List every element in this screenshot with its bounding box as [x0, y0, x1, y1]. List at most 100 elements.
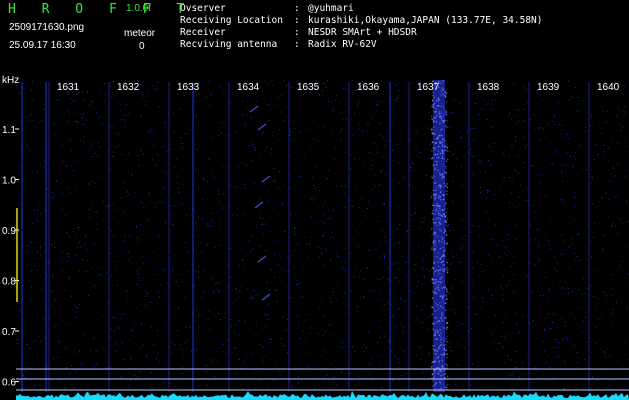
- noise-dot: [525, 210, 527, 211]
- noise-dot: [355, 311, 357, 312]
- noise-dot: [230, 276, 232, 278]
- capture-datetime: 25.09.17 16:30: [9, 40, 76, 51]
- noise-dot: [387, 340, 389, 342]
- carrier-dot: [442, 93, 444, 95]
- carrier-dot: [440, 388, 442, 390]
- noise-dot: [561, 124, 563, 126]
- noise-dot: [502, 151, 504, 153]
- noise-dot: [100, 342, 102, 344]
- freq-tick-label: 1.1: [2, 125, 16, 136]
- noise-dot: [259, 209, 261, 211]
- noise-dot: [364, 361, 366, 363]
- noise-dot: [423, 100, 425, 102]
- noise-dot: [20, 148, 22, 150]
- noise-dot: [575, 133, 577, 135]
- noise-dot: [536, 369, 538, 371]
- noise-dot: [177, 175, 179, 177]
- carrier-dot: [445, 316, 447, 319]
- noise-dot: [551, 164, 553, 165]
- noise-dot: [134, 309, 136, 311]
- carrier-dot: [438, 302, 441, 304]
- noise-dot: [216, 336, 218, 338]
- noise-dot: [358, 98, 360, 100]
- carrier-dot: [431, 128, 433, 130]
- noise-dot: [449, 296, 451, 298]
- noise-dot: [308, 366, 310, 367]
- noise-dot: [507, 375, 509, 376]
- noise-dot: [109, 86, 111, 88]
- noise-dot: [376, 104, 377, 106]
- noise-dot: [537, 103, 539, 105]
- noise-dot: [598, 121, 600, 123]
- noise-dot: [310, 347, 312, 349]
- noise-dot: [537, 127, 539, 129]
- noise-dot: [31, 269, 33, 271]
- noise-dot: [127, 170, 129, 172]
- noise-dot: [324, 350, 326, 352]
- noise-dot: [274, 253, 276, 255]
- noise-dot: [151, 112, 153, 114]
- noise-dot: [578, 260, 580, 261]
- noise-dot: [510, 192, 512, 194]
- noise-dot: [216, 351, 218, 353]
- noise-dot: [476, 261, 478, 263]
- noise-dot: [515, 109, 517, 111]
- carrier-dot: [437, 284, 440, 286]
- noise-dot: [370, 362, 371, 364]
- noise-dot: [448, 223, 450, 225]
- noise-dot: [371, 165, 373, 166]
- noise-dot: [62, 257, 64, 259]
- noise-dot: [511, 215, 513, 217]
- noise-dot: [222, 344, 223, 346]
- noise-dot: [111, 274, 113, 276]
- noise-dot: [99, 274, 101, 276]
- carrier-dot: [439, 209, 442, 211]
- carrier-dot: [432, 361, 434, 363]
- noise-dot: [607, 198, 609, 200]
- noise-dot: [592, 122, 594, 124]
- noise-dot: [170, 215, 172, 217]
- noise-dot: [571, 157, 573, 159]
- noise-dot: [64, 290, 66, 292]
- noise-dot: [120, 376, 122, 378]
- noise-dot: [324, 232, 326, 234]
- noise-dot: [461, 185, 463, 187]
- noise-dot: [230, 319, 232, 321]
- noise-dot: [363, 161, 365, 163]
- noise-dot: [99, 146, 101, 148]
- carrier-dot: [439, 184, 441, 186]
- noise-dot: [283, 369, 284, 371]
- noise-dot: [130, 356, 132, 358]
- noise-dot: [367, 291, 369, 293]
- noise-dot: [296, 161, 298, 163]
- spectrogram-background: [0, 72, 629, 400]
- noise-dot: [97, 142, 99, 144]
- noise-dot: [387, 302, 389, 304]
- noise-dot: [565, 336, 567, 338]
- noise-dot: [584, 131, 586, 133]
- noise-dot: [244, 125, 246, 127]
- carrier-dot: [441, 149, 443, 152]
- noise-dot: [373, 179, 374, 181]
- noise-dot: [324, 191, 326, 193]
- noise-dot: [467, 151, 469, 153]
- noise-dot: [573, 220, 575, 222]
- noise-dot: [25, 250, 27, 252]
- time-tick-label: 1632: [117, 82, 140, 93]
- noise-dot: [466, 124, 468, 125]
- noise-dot: [556, 270, 558, 272]
- noise-dot: [486, 323, 488, 325]
- noise-dot: [40, 255, 42, 257]
- noise-dot: [485, 171, 486, 173]
- noise-dot: [518, 332, 520, 334]
- noise-dot: [393, 149, 395, 151]
- noise-dot: [106, 188, 108, 190]
- carrier-dot: [437, 349, 439, 351]
- noise-dot: [276, 240, 278, 242]
- noise-dot: [68, 94, 70, 96]
- noise-dot: [580, 141, 582, 143]
- noise-dot: [258, 197, 260, 199]
- noise-dot: [163, 145, 165, 147]
- noise-dot: [165, 185, 167, 187]
- carrier-dot: [441, 215, 443, 218]
